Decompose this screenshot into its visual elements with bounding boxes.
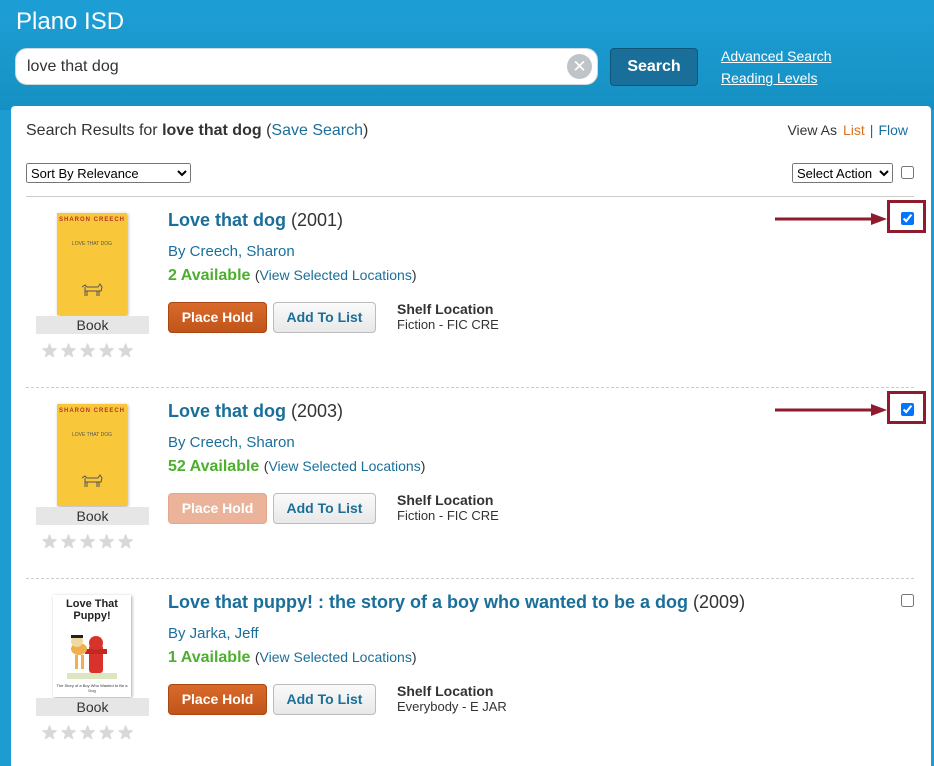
annotation-arrow-icon	[775, 213, 887, 225]
book-cover[interactable]: SHARON CREECH LOVE THAT DOG	[57, 404, 127, 506]
availability: 1 Available (View Selected Locations)	[168, 649, 417, 666]
available-count: 1 Available	[168, 649, 251, 666]
add-to-list-button[interactable]: Add To List	[273, 684, 376, 715]
site-header: Plano ISD ✕ Search Advanced Search Readi…	[0, 0, 934, 110]
search-button[interactable]: Search	[610, 48, 698, 86]
advanced-search-link[interactable]: Advanced Search	[721, 48, 832, 64]
search-query: love that dog	[162, 122, 262, 139]
view-locations-link[interactable]: View Selected Locations	[268, 458, 420, 474]
clear-search-icon[interactable]: ✕	[567, 54, 592, 79]
rating-stars-icon[interactable]: ★★★★★	[41, 722, 136, 745]
view-locations-link[interactable]: View Selected Locations	[260, 267, 412, 283]
puppy-hydrant-illustration-icon	[67, 635, 117, 679]
format-label: Book	[36, 316, 149, 334]
dog-illustration-icon	[81, 474, 103, 487]
shelf-location: Shelf Location Fiction - FIC CRE	[397, 492, 499, 524]
results-heading: Search Results for love that dog (Save S…	[26, 122, 369, 139]
place-hold-button[interactable]: Place Hold	[168, 684, 267, 715]
author-link[interactable]: By Creech, Sharon	[168, 434, 295, 451]
save-search-link[interactable]: Save Search	[271, 122, 363, 139]
divider	[26, 578, 914, 579]
result-title: Love that dog (2003)	[168, 401, 344, 421]
results-panel: Search Results for love that dog (Save S…	[11, 106, 931, 766]
availability: 52 Available (View Selected Locations)	[168, 458, 426, 475]
result-item: Love That Puppy! The Story of a Boy Who …	[11, 580, 931, 766]
divider	[26, 196, 914, 197]
rating-stars-icon[interactable]: ★★★★★	[41, 531, 136, 554]
author-link[interactable]: By Creech, Sharon	[168, 243, 295, 260]
select-item-checkbox[interactable]	[901, 212, 914, 225]
shelf-location: Shelf Location Fiction - FIC CRE	[397, 301, 499, 333]
reading-levels-link[interactable]: Reading Levels	[721, 70, 818, 86]
rating-stars-icon[interactable]: ★★★★★	[41, 340, 136, 363]
format-label: Book	[36, 507, 149, 525]
shelf-location: Shelf Location Everybody - E JAR	[397, 683, 507, 715]
place-hold-button[interactable]: Place Hold	[168, 302, 267, 333]
title-link[interactable]: Love that puppy! : the story of a boy wh…	[168, 592, 688, 612]
add-to-list-button[interactable]: Add To List	[273, 493, 376, 524]
select-item-checkbox[interactable]	[901, 403, 914, 416]
site-brand[interactable]: Plano ISD	[16, 8, 124, 36]
book-cover[interactable]: Love That Puppy! The Story of a Boy Who …	[53, 595, 131, 697]
search-box: ✕	[15, 48, 598, 85]
select-item-checkbox[interactable]	[901, 594, 914, 607]
dog-illustration-icon	[81, 283, 103, 296]
select-action-dropdown[interactable]: Select Action	[792, 163, 893, 183]
result-item: SHARON CREECH LOVE THAT DOG Book ★★★★★ L…	[11, 198, 931, 388]
annotation-arrow-icon	[775, 404, 887, 416]
title-link[interactable]: Love that dog	[168, 401, 286, 421]
result-item: SHARON CREECH LOVE THAT DOG Book ★★★★★ L…	[11, 389, 931, 579]
view-list-option[interactable]: List	[843, 122, 865, 138]
search-input[interactable]	[27, 57, 557, 77]
place-hold-button[interactable]: Place Hold	[168, 493, 267, 524]
sort-select[interactable]: Sort By Relevance	[26, 163, 191, 183]
available-count: 52 Available	[168, 458, 260, 475]
book-cover[interactable]: SHARON CREECH LOVE THAT DOG	[57, 213, 127, 315]
view-as-toggle: View As List | Flow	[787, 122, 908, 138]
available-count: 2 Available	[168, 267, 251, 284]
view-flow-option[interactable]: Flow	[878, 122, 908, 138]
author-link[interactable]: By Jarka, Jeff	[168, 625, 259, 642]
result-title: Love that puppy! : the story of a boy wh…	[168, 592, 746, 612]
format-label: Book	[36, 698, 149, 716]
availability: 2 Available (View Selected Locations)	[168, 267, 417, 284]
result-title: Love that dog (2001)	[168, 210, 344, 230]
add-to-list-button[interactable]: Add To List	[273, 302, 376, 333]
select-all-checkbox[interactable]	[901, 166, 914, 179]
view-locations-link[interactable]: View Selected Locations	[260, 649, 412, 665]
divider	[26, 387, 914, 388]
title-link[interactable]: Love that dog	[168, 210, 286, 230]
